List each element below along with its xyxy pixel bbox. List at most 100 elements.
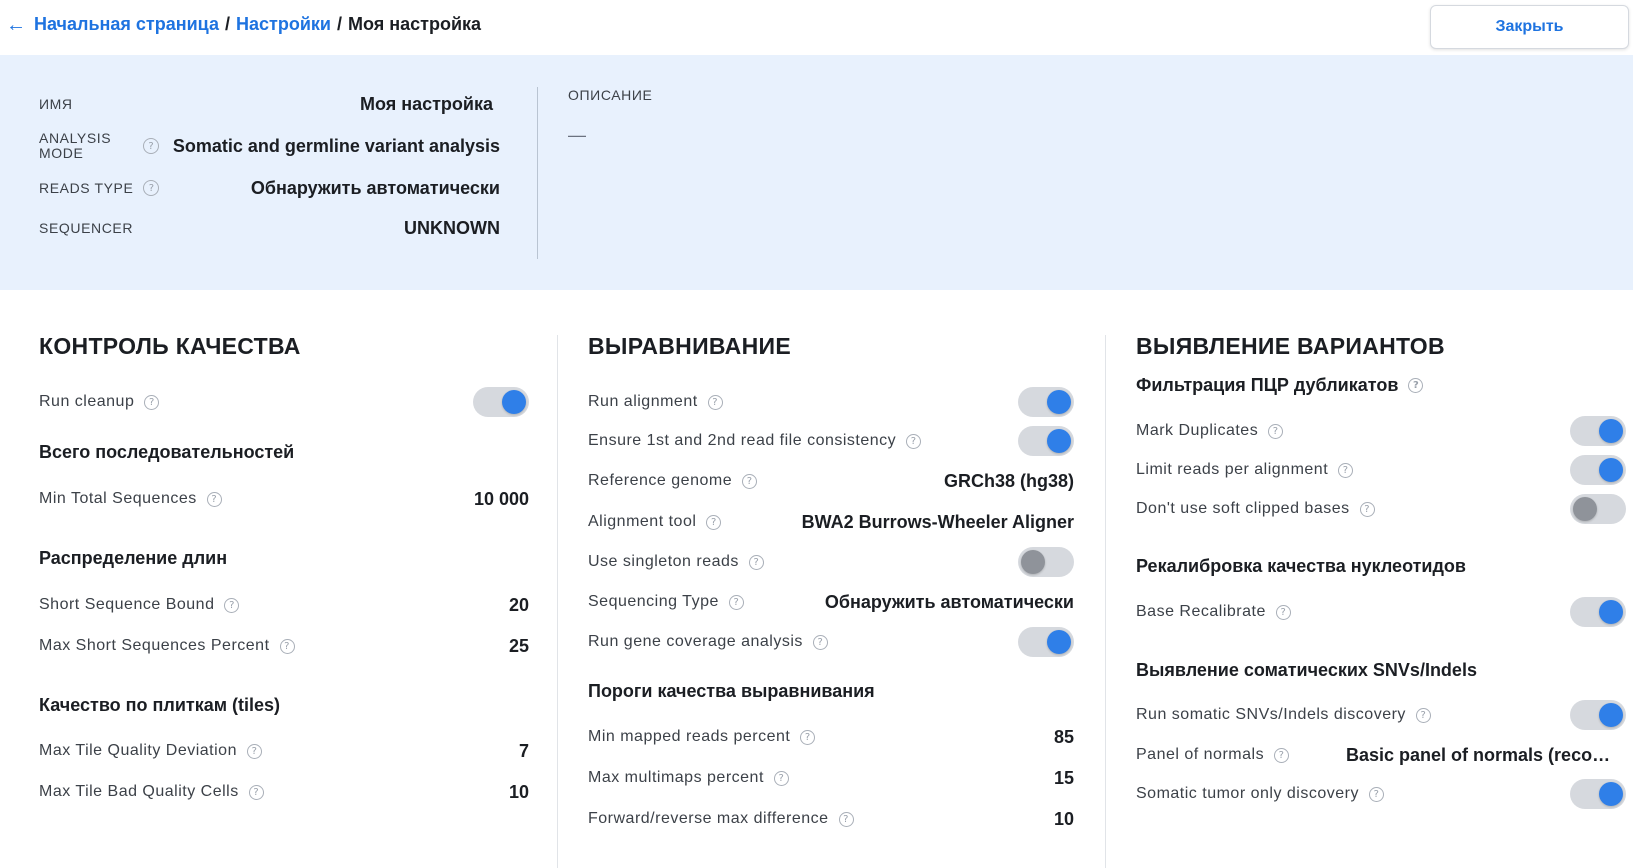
help-icon[interactable]: ? (800, 729, 816, 745)
help-icon[interactable]: ? (224, 597, 240, 613)
subsection-total-sequences: Всего последовательностей (39, 442, 295, 462)
setting-label: Min mapped reads percent? (588, 728, 816, 746)
help-icon[interactable]: ? (144, 394, 160, 410)
info-divider (537, 87, 538, 259)
help-icon[interactable]: ? (143, 138, 159, 154)
help-icon[interactable]: ? (773, 770, 789, 786)
help-icon[interactable]: ? (742, 473, 758, 489)
setting-label: Panel of normals? (1136, 746, 1290, 764)
min-mapped-reads-value: 85 (1053, 726, 1074, 747)
panel-of-normals-row: Panel of normals? Basic panel of normals… (1136, 740, 1626, 770)
min-total-sequences-row: Min Total Sequences? 10 000 (39, 484, 529, 514)
limit-reads-label: Limit reads per alignment (1136, 461, 1329, 478)
base-recalibrate-row: Base Recalibrate? (1136, 597, 1626, 627)
breadcrumb-current: Моя настройка (347, 14, 482, 34)
reference-genome-row: Reference genome? GRCh38 (hg38) (588, 466, 1074, 496)
help-icon[interactable]: ? (248, 784, 264, 800)
help-icon[interactable]: ? (1268, 423, 1284, 439)
column-divider (1105, 335, 1106, 868)
setting-label: Don't use soft clipped bases? (1136, 500, 1375, 518)
help-icon[interactable]: ? (206, 491, 222, 507)
reads-type-value: Обнаружить автоматически (250, 177, 500, 198)
breadcrumb-separator: / (336, 14, 342, 34)
gene-coverage-toggle[interactable] (1018, 627, 1074, 657)
help-icon[interactable]: ? (707, 394, 723, 410)
min-total-sequences-label: Min Total Sequences (39, 490, 197, 507)
singleton-reads-toggle[interactable] (1018, 547, 1074, 577)
help-icon[interactable]: ? (143, 180, 160, 196)
setting-label: Somatic tumor only discovery? (1136, 785, 1384, 803)
arrow-left-icon[interactable]: ← (6, 15, 26, 35)
name-value: Моя настройка (359, 93, 493, 114)
setting-label: Run alignment? (588, 393, 723, 411)
subsection-somatic: Выявление соматических SNVs/Indels (1136, 660, 1477, 680)
tumor-only-toggle[interactable] (1570, 779, 1626, 809)
somatic-discovery-toggle[interactable] (1570, 700, 1626, 730)
help-icon[interactable]: ? (279, 638, 295, 654)
max-multimaps-label: Max multimaps percent (588, 769, 764, 786)
toggle-knob (1573, 497, 1597, 521)
name-label: ИМЯ (39, 96, 73, 112)
help-icon[interactable]: ? (1415, 707, 1431, 723)
help-icon[interactable]: ? (906, 433, 922, 449)
description-label: ОПИСАНИЕ (568, 87, 653, 103)
top-bar: ← Начальная страница / Настройки / Моя н… (0, 0, 1633, 55)
toggle-knob (1599, 782, 1623, 806)
help-icon[interactable]: ? (1274, 747, 1290, 763)
help-icon[interactable]: ? (1359, 501, 1375, 517)
help-icon[interactable]: ? (812, 634, 828, 650)
run-alignment-toggle[interactable] (1018, 387, 1074, 417)
toggle-knob (502, 390, 526, 414)
read-consistency-label: Ensure 1st and 2nd read file consistency (588, 432, 897, 449)
help-icon[interactable]: ? (1368, 786, 1384, 802)
breadcrumb-home-link[interactable]: Начальная страница (34, 14, 219, 35)
help-icon[interactable]: ? (838, 811, 854, 827)
help-icon[interactable]: ? (728, 594, 744, 610)
setting-label: Max Short Sequences Percent? (39, 637, 295, 655)
forward-reverse-row: Forward/reverse max difference? 10 (588, 804, 1074, 834)
info-row-sequencer: SEQUENCER UNKNOWN (39, 208, 500, 248)
forward-reverse-value: 10 (1053, 808, 1074, 829)
help-icon[interactable]: ? (246, 743, 262, 759)
toggle-knob (1599, 419, 1623, 443)
soft-clipped-toggle[interactable] (1570, 494, 1626, 524)
reference-genome-label: Reference genome (588, 472, 733, 489)
min-mapped-reads-label: Min mapped reads percent (588, 728, 791, 745)
setting-label: Run somatic SNVs/Indels discovery? (1136, 706, 1431, 724)
breadcrumb: ← Начальная страница / Настройки / Моя н… (6, 14, 481, 35)
column-divider (557, 335, 558, 868)
reads-type-label: READS TYPE (39, 180, 134, 196)
mark-duplicates-toggle[interactable] (1570, 416, 1626, 446)
toggle-knob (1047, 630, 1071, 654)
setting-label: Ensure 1st and 2nd read file consistency… (588, 432, 922, 450)
min-total-sequences-value: 10 000 (473, 488, 529, 509)
max-tile-bad-cells-row: Max Tile Bad Quality Cells? 10 (39, 777, 529, 807)
help-icon[interactable]: ? (706, 514, 722, 530)
short-sequence-bound-value: 20 (508, 594, 529, 615)
setting-label: Base Recalibrate? (1136, 603, 1291, 621)
setting-label: Max multimaps percent? (588, 769, 789, 787)
close-button[interactable]: Закрыть (1430, 5, 1629, 49)
help-icon[interactable]: ? (1408, 378, 1424, 393)
mark-duplicates-row: Mark Duplicates? (1136, 416, 1626, 446)
setting-label: Short Sequence Bound? (39, 596, 240, 614)
max-tile-deviation-value: 7 (518, 740, 529, 761)
settings-info-panel: ИМЯ Моя настройка ANALYSIS MODE ? Somati… (0, 55, 1633, 290)
subsection-tiles: Качество по плиткам (tiles) (39, 695, 281, 715)
soft-clipped-label: Don't use soft clipped bases (1136, 500, 1350, 517)
limit-reads-toggle[interactable] (1570, 455, 1626, 485)
run-alignment-row: Run alignment? (588, 387, 1074, 417)
base-recalibrate-toggle[interactable] (1570, 597, 1626, 627)
toggle-knob (1047, 429, 1071, 453)
breadcrumb-settings-link[interactable]: Настройки (236, 14, 331, 35)
help-icon[interactable]: ? (1338, 462, 1354, 478)
setting-label: Min Total Sequences? (39, 490, 222, 508)
gene-coverage-row: Run gene coverage analysis? (588, 627, 1074, 657)
read-consistency-toggle[interactable] (1018, 426, 1074, 456)
help-icon[interactable]: ? (1275, 604, 1291, 620)
info-row-name: ИМЯ Моя настройка (39, 84, 500, 124)
help-icon[interactable]: ? (748, 554, 764, 570)
run-cleanup-toggle[interactable] (473, 387, 529, 417)
max-tile-bad-cells-value: 10 (508, 781, 529, 802)
alignment-tool-label: Alignment tool (588, 513, 697, 530)
